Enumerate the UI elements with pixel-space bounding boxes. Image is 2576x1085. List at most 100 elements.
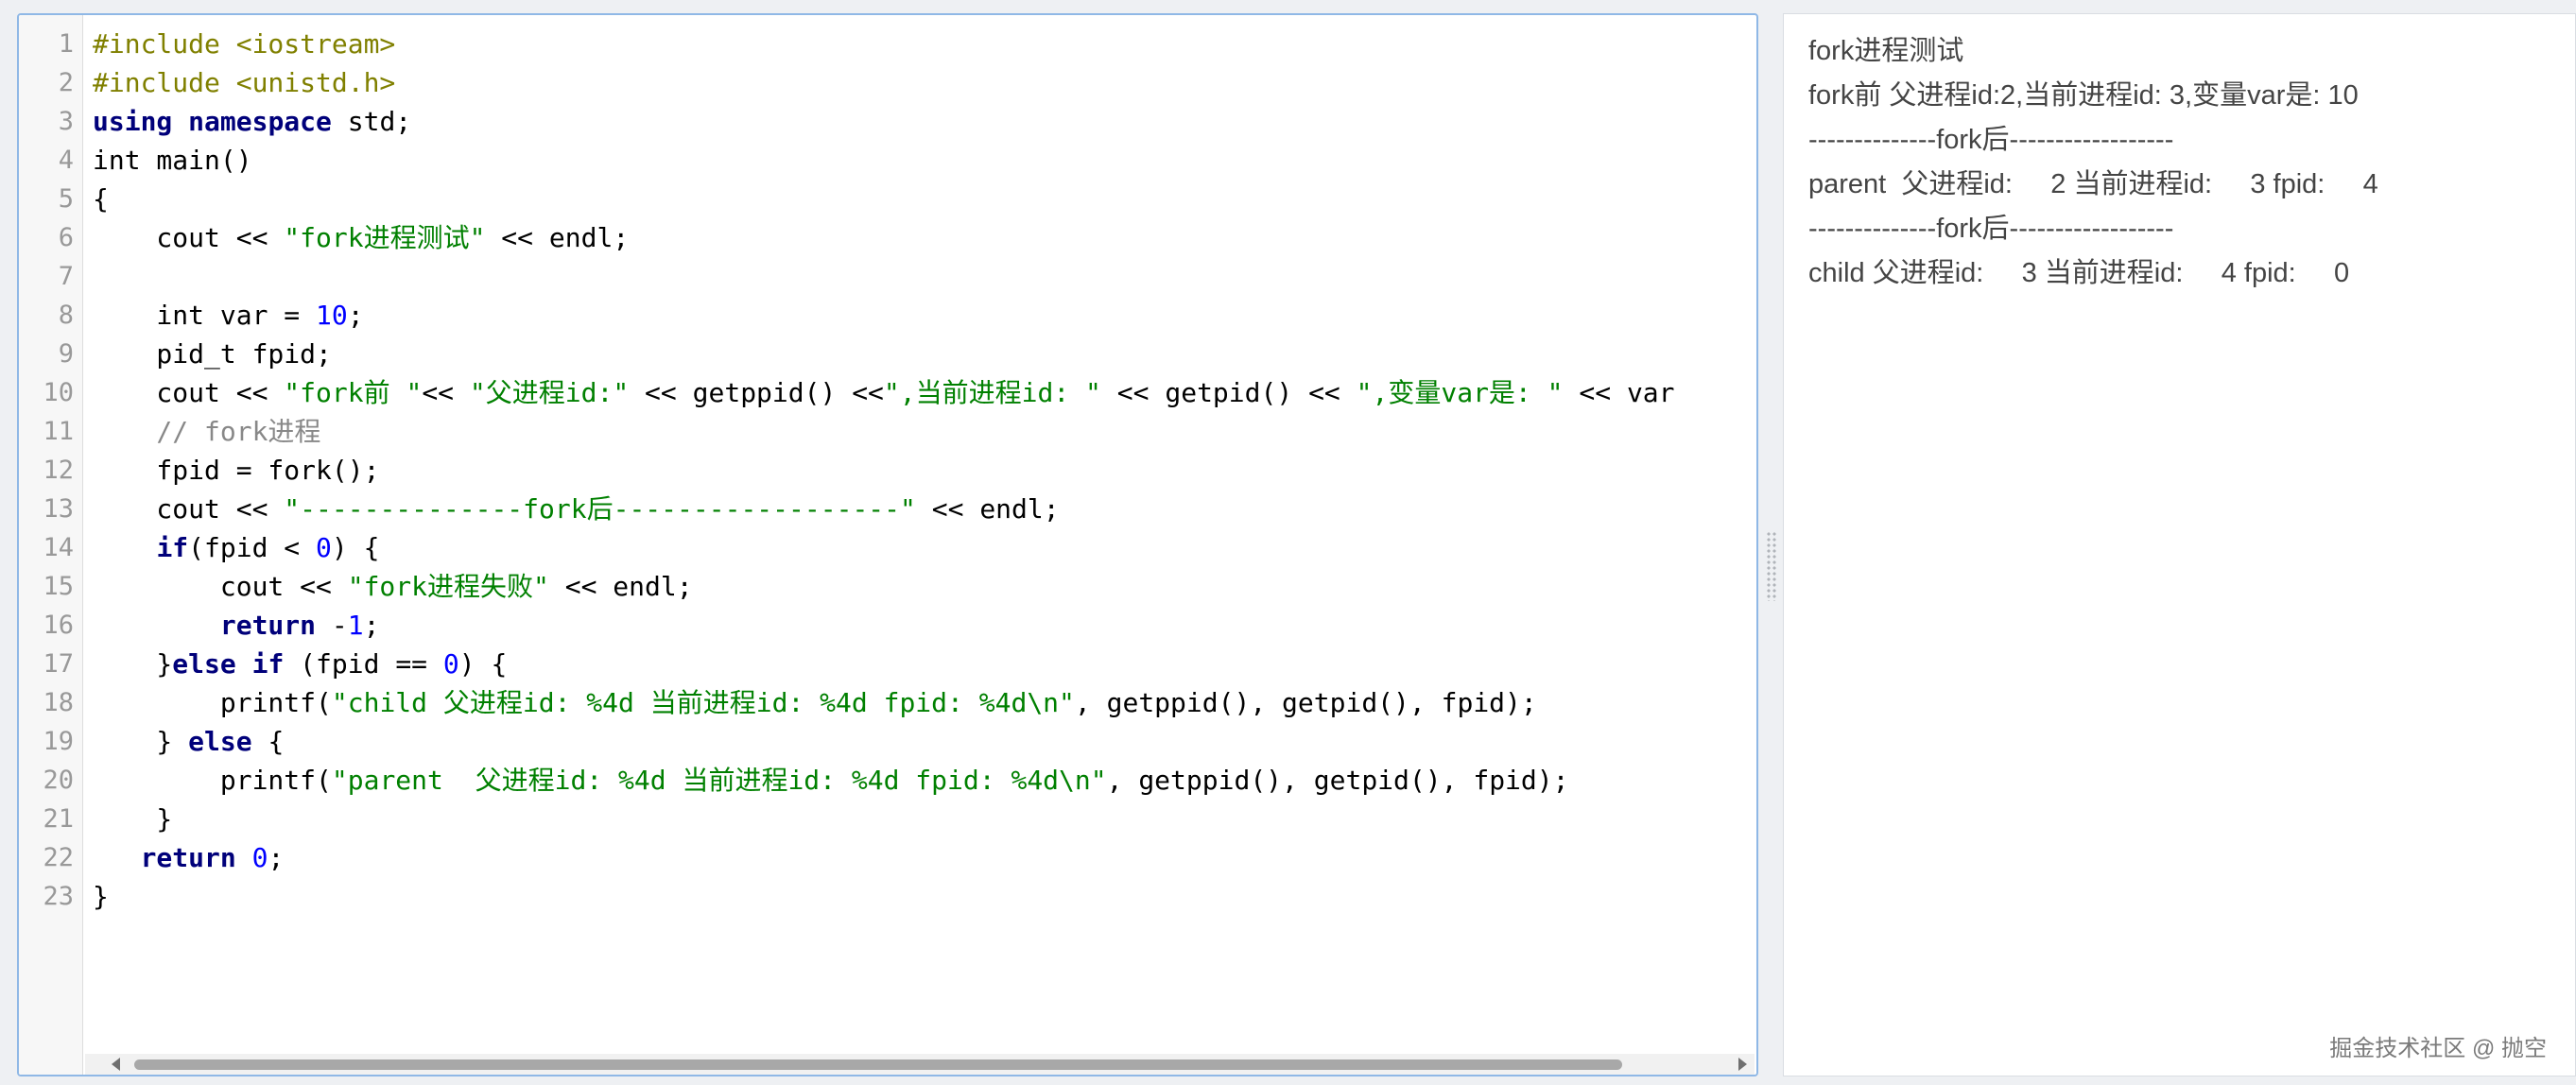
code-line[interactable]: 12 fpid = fork(); bbox=[19, 451, 1756, 490]
line-number: 16 bbox=[43, 611, 74, 640]
line-number: 20 bbox=[43, 766, 74, 795]
code-token: printf( bbox=[93, 687, 332, 718]
app-root: 1 #include <iostream> 2 #include <unistd.h>… bbox=[0, 0, 2576, 1085]
scrollbar-thumb[interactable] bbox=[134, 1059, 1622, 1070]
code-token: , getppid(), getpid(), fpid); bbox=[1074, 687, 1537, 718]
code-token: } bbox=[93, 648, 173, 680]
code-line[interactable]: 13 cout << "--------------fork后---------… bbox=[19, 490, 1756, 528]
code-line[interactable]: 2 #include <unistd.h> bbox=[19, 63, 1756, 102]
line-number: 3 bbox=[58, 107, 74, 136]
code-line[interactable]: 4 int main() bbox=[19, 141, 1756, 180]
line-number: 7 bbox=[58, 262, 74, 291]
code-token: ) { bbox=[458, 648, 508, 680]
code-line[interactable]: 6 cout << "fork进程测试" << endl; bbox=[19, 218, 1756, 257]
code-token: int main() bbox=[93, 145, 252, 176]
line-number: 18 bbox=[43, 688, 74, 717]
code-token: 0 bbox=[251, 842, 268, 873]
code-line[interactable]: 7 bbox=[19, 257, 1756, 296]
code-text: } bbox=[93, 877, 1756, 916]
code-editor[interactable]: 1 #include <iostream> 2 #include <unistd.h>… bbox=[17, 13, 1758, 1076]
code-line[interactable]: 22 return 0; bbox=[19, 838, 1756, 877]
code-line[interactable]: 16 return -1; bbox=[19, 606, 1756, 645]
code-line[interactable]: 8 int var = 10; bbox=[19, 296, 1756, 335]
code-line[interactable]: 5{ bbox=[19, 180, 1756, 218]
output-line: --------------fork后------------------ bbox=[1808, 214, 2174, 244]
code-text: if(fpid < 0) { bbox=[93, 528, 1756, 567]
code-line[interactable]: 19 } else { bbox=[19, 722, 1756, 761]
code-token: return bbox=[219, 610, 317, 641]
code-token: ",当前进程id: " bbox=[883, 377, 1101, 408]
code-token: "fork前 " bbox=[284, 377, 423, 408]
code-token: - bbox=[316, 610, 348, 641]
line-number: 4 bbox=[58, 146, 74, 175]
code-token: #include <iostream> bbox=[93, 28, 396, 60]
line-number: 6 bbox=[58, 223, 74, 252]
code-text: printf("child 父进程id: %4d 当前进程id: %4d fpi… bbox=[93, 683, 1756, 722]
code-token: return bbox=[140, 842, 236, 873]
code-token: (fpid < bbox=[188, 532, 317, 563]
code-token: 1 bbox=[347, 610, 364, 641]
scroll-left-arrow-icon[interactable] bbox=[112, 1058, 120, 1071]
code-token: << endl; bbox=[548, 571, 693, 602]
code-line[interactable]: 14 if(fpid < 0) { bbox=[19, 528, 1756, 567]
code-line[interactable]: 9 pid_t fpid; bbox=[19, 335, 1756, 373]
code-line[interactable]: 17 }else if (fpid == 0) { bbox=[19, 645, 1756, 683]
code-token: cout << bbox=[93, 571, 348, 602]
code-line[interactable]: 15 cout << "fork进程失败" << endl; bbox=[19, 567, 1756, 606]
code-token: cout << bbox=[93, 222, 285, 253]
code-token: fpid = fork(); bbox=[93, 455, 380, 486]
code-token: } bbox=[93, 803, 173, 835]
code-token: ",变量var是: " bbox=[1356, 377, 1564, 408]
code-token: "父进程id:" bbox=[469, 377, 630, 408]
output-line: parent 父进程id: 2 当前进程id: 3 fpid: 4 bbox=[1808, 169, 2378, 199]
code-text: #include <iostream> bbox=[93, 25, 1756, 63]
code-token: (fpid == bbox=[284, 648, 443, 680]
code-token: "--------------fork后------------------" bbox=[284, 493, 916, 525]
code-text: using namespace std; bbox=[93, 102, 1756, 141]
code-token: int var = bbox=[93, 300, 317, 331]
code-token: cout << bbox=[93, 377, 285, 408]
output-lines: fork进程测试 fork前 父进程id:2,当前进程id: 3,变量var是: … bbox=[1808, 29, 2378, 296]
output-line: fork进程测试 bbox=[1808, 36, 1964, 66]
code-token: std; bbox=[331, 106, 412, 137]
code-token: { bbox=[251, 726, 285, 757]
horizontal-scrollbar[interactable] bbox=[85, 1054, 1755, 1075]
code-token: "fork进程测试" bbox=[284, 222, 486, 253]
code-line[interactable]: 21 } bbox=[19, 800, 1756, 838]
output-panel: fork进程测试 fork前 父进程id:2,当前进程id: 3,变量var是: … bbox=[1783, 13, 2576, 1076]
code-token: << getppid() << bbox=[629, 377, 884, 408]
line-number: 2 bbox=[58, 68, 74, 97]
code-text: printf("parent 父进程id: %4d 当前进程id: %4d fp… bbox=[93, 761, 1756, 800]
scroll-right-arrow-icon[interactable] bbox=[1738, 1058, 1747, 1071]
code-token: << bbox=[422, 377, 470, 408]
code-text: #include <unistd.h> bbox=[93, 63, 1756, 102]
line-number: 21 bbox=[43, 804, 74, 834]
code-line[interactable]: 20 printf("parent 父进程id: %4d 当前进程id: %4d… bbox=[19, 761, 1756, 800]
code-token: else bbox=[188, 726, 252, 757]
code-line[interactable]: 10 cout << "fork前 "<< "父进程id:" << getppi… bbox=[19, 373, 1756, 412]
panel-splitter[interactable] bbox=[1762, 13, 1781, 1076]
code-token: "parent 父进程id: %4d 当前进程id: %4d fpid: %4d… bbox=[331, 765, 1107, 796]
output-line: child 父进程id: 3 当前进程id: 4 fpid: 0 bbox=[1808, 258, 2350, 288]
drag-handle-icon[interactable] bbox=[1766, 531, 1777, 601]
line-number: 15 bbox=[43, 572, 74, 601]
code-line[interactable]: 18 printf("child 父进程id: %4d 当前进程id: %4d … bbox=[19, 683, 1756, 722]
code-token: "child 父进程id: %4d 当前进程id: %4d fpid: %4d\… bbox=[331, 687, 1075, 718]
code-line[interactable]: 23} bbox=[19, 877, 1756, 916]
code-text: fpid = fork(); bbox=[93, 451, 1756, 490]
code-token: ; bbox=[268, 842, 285, 873]
watermark: 掘金技术社区 @ 抛空 bbox=[2329, 1036, 2547, 1061]
code-line[interactable]: 11 // fork进程 bbox=[19, 412, 1756, 451]
code-text: cout << "fork进程测试" << endl; bbox=[93, 218, 1756, 257]
line-number: 14 bbox=[43, 533, 74, 562]
code-token: #include <unistd.h> bbox=[93, 67, 396, 98]
line-number: 22 bbox=[43, 843, 74, 872]
code-token: 10 bbox=[316, 300, 348, 331]
line-number: 11 bbox=[43, 417, 74, 446]
code-line[interactable]: 3 using namespace std; bbox=[19, 102, 1756, 141]
line-number: 12 bbox=[43, 456, 74, 485]
code-line[interactable]: 1 #include <iostream> bbox=[19, 25, 1756, 63]
code-text: cout << "fork前 "<< "父进程id:" << getppid()… bbox=[93, 373, 1756, 412]
